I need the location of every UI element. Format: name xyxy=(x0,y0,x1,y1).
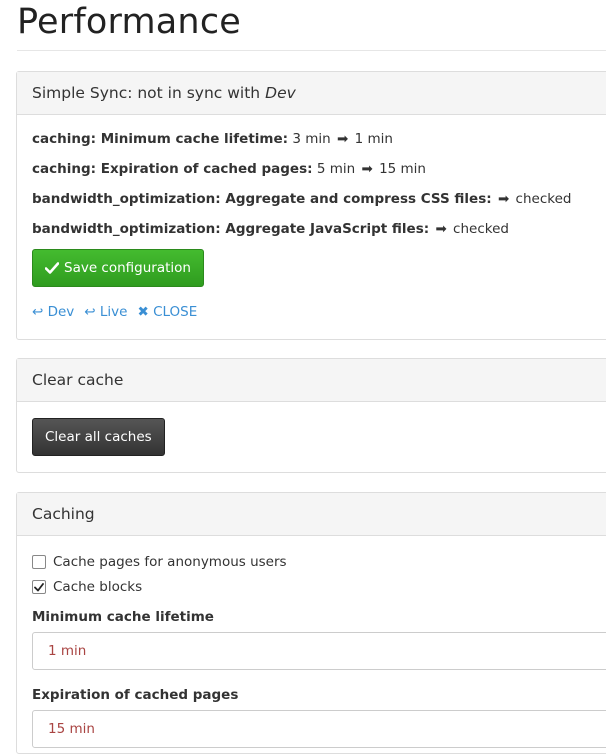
sync-line-new-value: 15 min xyxy=(379,161,426,177)
min-lifetime-value: 1 min xyxy=(48,643,87,659)
page-title: Performance xyxy=(17,2,241,42)
live-link[interactable]: ↩ Live xyxy=(84,304,127,320)
simple-sync-panel: Simple Sync: not in sync with Dev cachin… xyxy=(16,71,606,340)
arrow-right-icon: ➡ xyxy=(497,191,510,207)
expiration-label: Expiration of cached pages xyxy=(32,687,239,703)
sync-line-new-value: 1 min xyxy=(354,131,393,147)
sync-line-label: caching: Minimum cache lifetime: xyxy=(32,131,289,147)
sync-line-label: bandwidth_optimization: Aggregate JavaSc… xyxy=(32,221,430,237)
min-lifetime-label: Minimum cache lifetime xyxy=(32,609,214,625)
caching-heading: Caching xyxy=(17,493,606,536)
save-configuration-label: Save configuration xyxy=(64,260,191,276)
sync-links: ↩ Dev ↩ Live ✖ CLOSE xyxy=(32,304,197,320)
sync-line-old-value: 5 min xyxy=(316,161,356,177)
sync-line-expiration: caching: Expiration of cached pages: 5 m… xyxy=(32,161,426,177)
arrow-right-icon: ➡ xyxy=(361,161,373,177)
arrow-right-icon: ➡ xyxy=(435,221,447,237)
simple-sync-heading-env: Dev xyxy=(265,84,296,102)
caching-panel: Caching Cache pages for anonymous users … xyxy=(16,492,606,754)
sync-line-new-value: checked xyxy=(453,221,509,237)
cache-anonymous-row[interactable]: Cache pages for anonymous users xyxy=(32,554,287,570)
sync-line-new-value: checked xyxy=(515,191,572,207)
expiration-value: 15 min xyxy=(48,721,95,737)
clear-all-caches-button[interactable]: Clear all caches xyxy=(32,418,165,456)
simple-sync-heading: Simple Sync: not in sync with Dev xyxy=(17,72,606,115)
clear-cache-panel: Clear cache Clear all caches xyxy=(16,358,606,473)
close-link[interactable]: ✖ CLOSE xyxy=(137,304,197,320)
min-lifetime-select[interactable]: 1 min xyxy=(32,632,606,670)
cache-blocks-checkbox[interactable] xyxy=(32,580,46,594)
sync-line-label: caching: Expiration of cached pages: xyxy=(32,161,313,177)
check-icon xyxy=(45,262,59,274)
dev-link[interactable]: ↩ Dev xyxy=(32,304,74,320)
title-divider xyxy=(17,50,606,51)
sync-line-css-aggregate: bandwidth_optimization: Aggregate and co… xyxy=(32,191,571,207)
checkmark-icon xyxy=(34,582,44,591)
sync-line-min-lifetime: caching: Minimum cache lifetime: 3 min ➡… xyxy=(32,131,393,147)
cache-blocks-label: Cache blocks xyxy=(53,579,143,595)
clear-cache-heading: Clear cache xyxy=(17,359,606,402)
sync-line-label: bandwidth_optimization: Aggregate and co… xyxy=(32,191,492,207)
sync-line-old-value: 3 min xyxy=(292,131,331,147)
cache-anonymous-label: Cache pages for anonymous users xyxy=(53,554,287,570)
save-configuration-button[interactable]: Save configuration xyxy=(32,249,204,287)
simple-sync-heading-text: Simple Sync: not in sync with xyxy=(32,84,261,102)
arrow-right-icon: ➡ xyxy=(336,131,349,147)
cache-anonymous-checkbox[interactable] xyxy=(32,555,46,569)
expiration-select[interactable]: 15 min xyxy=(32,710,606,748)
cache-blocks-row[interactable]: Cache blocks xyxy=(32,579,142,595)
sync-line-js-aggregate: bandwidth_optimization: Aggregate JavaSc… xyxy=(32,221,509,237)
